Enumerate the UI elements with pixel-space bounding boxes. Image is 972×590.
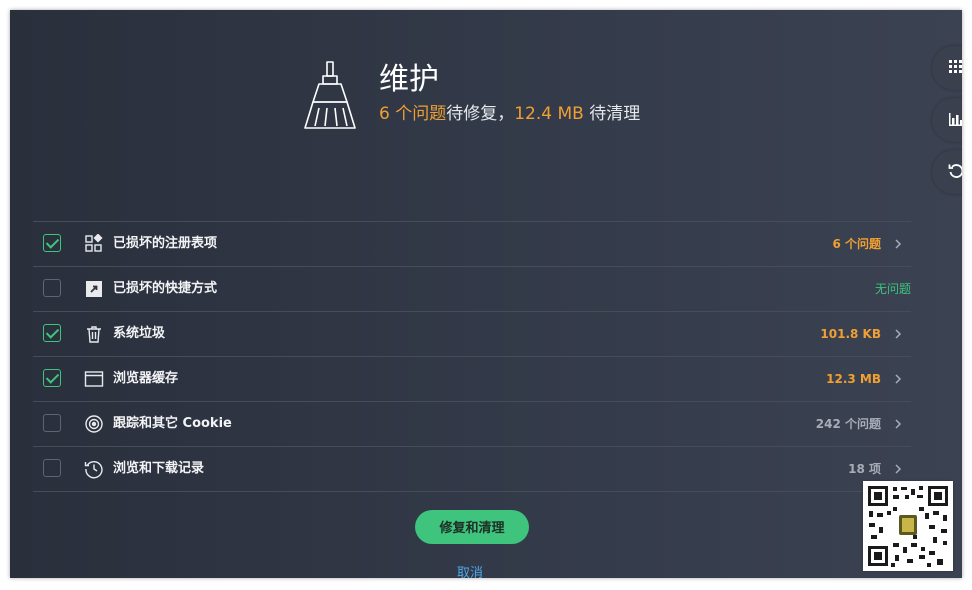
undo-icon: [948, 164, 962, 178]
item-value[interactable]: 12.3 MB: [826, 370, 881, 388]
cancel-link[interactable]: 取消: [457, 565, 483, 578]
item-checkbox[interactable]: [43, 369, 61, 387]
page-title: 维护: [379, 62, 439, 97]
item-value[interactable]: 101.8 KB: [820, 325, 881, 343]
list-item[interactable]: 跟踪和其它 Cookie 242 个问题: [33, 402, 911, 447]
history-icon: [84, 461, 103, 479]
chevron-right-icon[interactable]: [891, 327, 905, 341]
grid-view-button[interactable]: [932, 46, 962, 90]
summary-text: 6 个问题待修复，12.4 MB 待清理: [379, 103, 640, 125]
issue-suffix: 待修复，: [446, 104, 515, 124]
issue-count: 6 个问题: [379, 104, 447, 124]
item-value[interactable]: 6 个问题: [832, 235, 881, 253]
item-label: 已损坏的注册表项: [113, 236, 218, 251]
item-value[interactable]: 242 个问题: [816, 415, 881, 433]
fix-and-clean-button[interactable]: 修复和清理: [415, 510, 529, 544]
item-checkbox[interactable]: [43, 324, 61, 342]
item-label: 浏览和下载记录: [113, 461, 205, 476]
qr-code-image: [863, 481, 953, 571]
list-item[interactable]: 系统垃圾 101.8 KB: [33, 312, 911, 357]
chevron-right-icon[interactable]: [891, 237, 905, 251]
item-label: 已损坏的快捷方式: [113, 281, 218, 296]
item-checkbox[interactable]: [43, 234, 61, 252]
item-checkbox[interactable]: [43, 414, 61, 432]
chevron-right-icon[interactable]: [891, 372, 905, 386]
bar-chart-icon: [949, 113, 962, 126]
item-checkbox[interactable]: [43, 459, 61, 477]
item-value: 无问题: [874, 282, 911, 296]
size-suffix: 待清理: [583, 104, 641, 124]
list-item[interactable]: 已损坏的注册表项 6 个问题: [33, 222, 911, 267]
target-icon: [85, 415, 103, 433]
broom-icon: [304, 61, 356, 129]
registry-icon: [85, 234, 103, 252]
trash-icon: [87, 326, 101, 343]
list-item[interactable]: 浏览器缓存 12.3 MB: [33, 357, 911, 402]
browser-window-icon: [84, 371, 104, 387]
undo-button[interactable]: [932, 150, 962, 194]
item-label: 浏览器缓存: [113, 371, 179, 386]
maintenance-window: 维护 6 个问题待修复，12.4 MB 待清理 已损坏的注册表项 6 个问题 已…: [10, 10, 962, 578]
list-item[interactable]: 已损坏的快捷方式 无问题: [33, 267, 911, 312]
grid-icon: [949, 60, 962, 73]
header: 维护 6 个问题待修复，12.4 MB 待清理: [297, 58, 697, 148]
scan-results-list: 已损坏的注册表项 6 个问题 已损坏的快捷方式 无问题 系统垃圾 101.8 K…: [33, 221, 911, 492]
chevron-right-icon[interactable]: [891, 462, 905, 476]
item-label: 系统垃圾: [113, 326, 166, 341]
stats-button[interactable]: [932, 98, 962, 142]
list-item[interactable]: 浏览和下载记录 18 项: [33, 447, 911, 492]
item-checkbox[interactable]: [43, 279, 61, 297]
shortcut-icon: [86, 281, 102, 297]
cleanup-size: 12.4 MB: [514, 104, 584, 124]
item-value[interactable]: 18 项: [848, 460, 881, 478]
item-label: 跟踪和其它 Cookie: [113, 416, 232, 431]
chevron-right-icon[interactable]: [891, 417, 905, 431]
